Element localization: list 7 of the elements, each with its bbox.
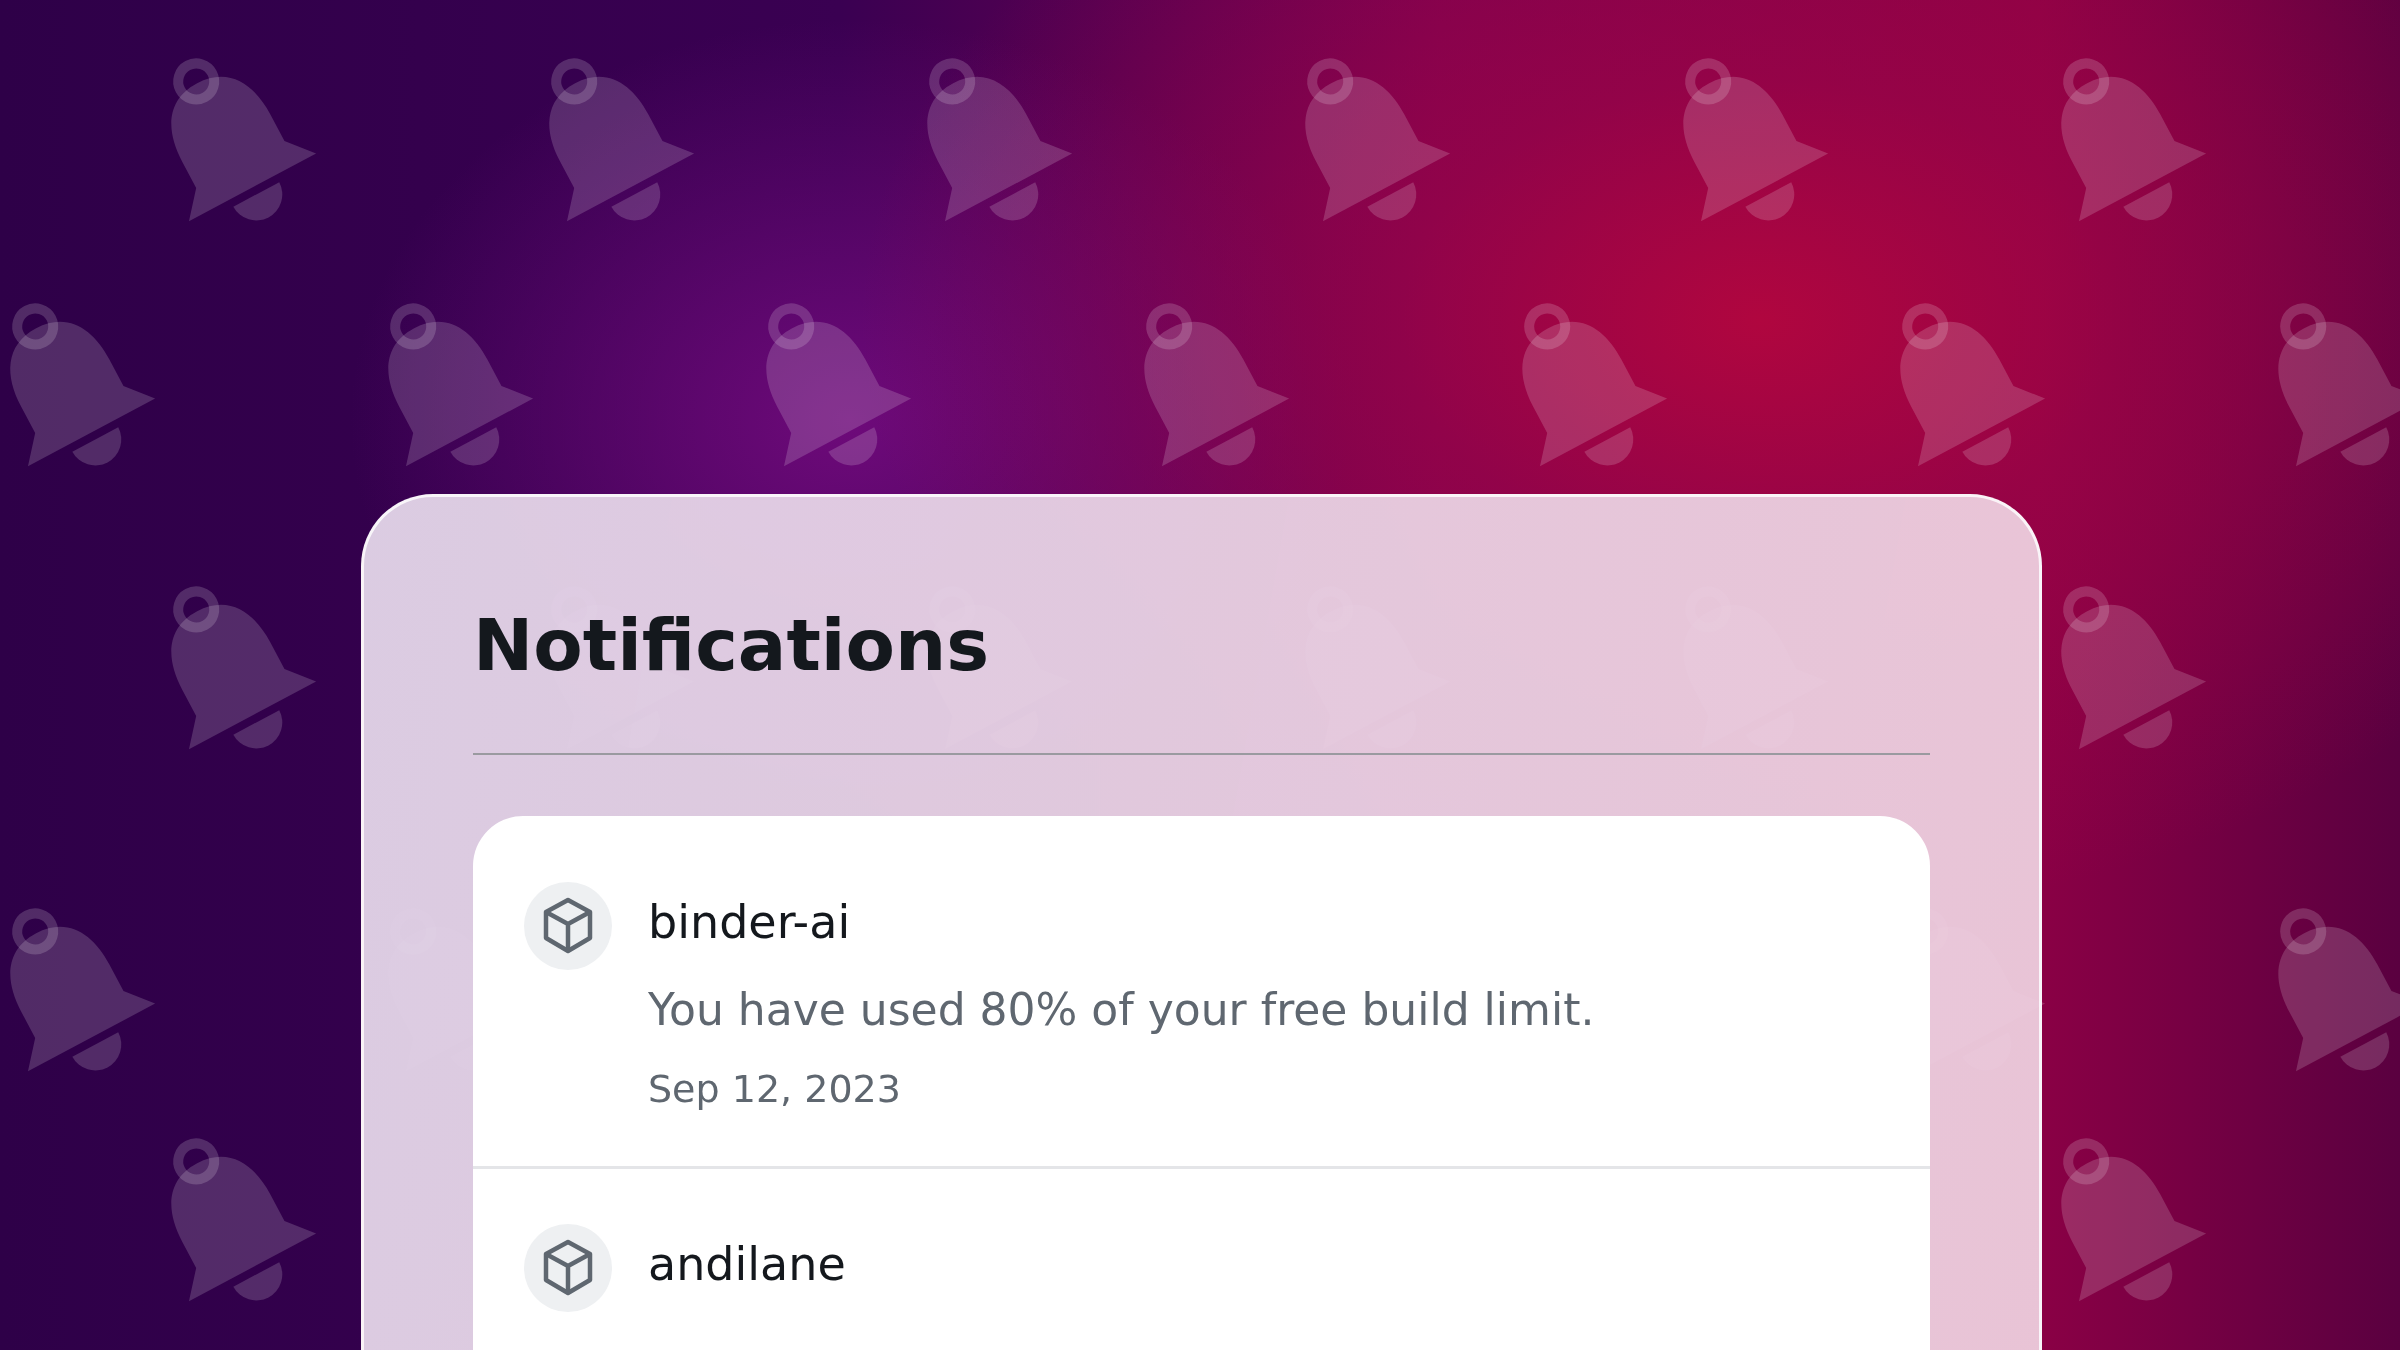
sender-name: andilane	[648, 1236, 846, 1292]
notification-date: Sep 12, 2023	[648, 1066, 902, 1113]
sender-name: binder-ai	[648, 894, 852, 950]
box-icon	[524, 1224, 612, 1312]
notification-message: You have used 80% of your free build limit.	[648, 983, 1595, 1037]
box-icon	[524, 882, 612, 970]
panel-title: Notifications	[473, 602, 991, 689]
